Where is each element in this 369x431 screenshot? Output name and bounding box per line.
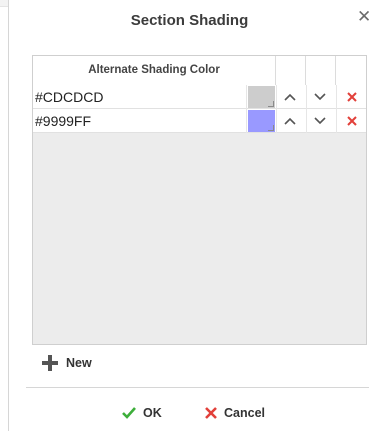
move-up-button[interactable] [276, 109, 303, 133]
grid-header: Alternate Shading Color [33, 56, 366, 86]
new-row-button[interactable]: New [41, 354, 92, 372]
color-value[interactable]: #CDCDCD [33, 85, 247, 109]
color-swatch[interactable] [248, 110, 275, 132]
swatch-corner-icon [268, 125, 274, 131]
chevron-down-icon [314, 93, 326, 101]
footer-divider [26, 387, 369, 388]
cancel-button[interactable]: Cancel [204, 404, 265, 422]
move-down-button[interactable] [306, 109, 333, 133]
plus-icon [42, 355, 58, 371]
column-header-alternate-shading-color: Alternate Shading Color [33, 56, 276, 85]
color-swatch[interactable] [248, 86, 275, 108]
section-shading-dialog: Section Shading ✕ Alternate Shading Colo… [8, 0, 369, 431]
delete-row-button[interactable] [336, 109, 366, 133]
close-icon[interactable]: ✕ [357, 8, 369, 25]
red-x-icon [205, 407, 217, 419]
green-check-icon [122, 407, 136, 419]
cancel-button-label: Cancel [224, 406, 265, 420]
red-x-icon [346, 92, 357, 102]
header-cell-up [276, 56, 306, 85]
chevron-up-icon [284, 117, 296, 125]
ok-button[interactable]: OK [121, 404, 162, 422]
new-button-label: New [66, 356, 92, 370]
ok-button-label: OK [143, 406, 162, 420]
red-x-icon [346, 116, 357, 126]
table-row: #CDCDCD [33, 85, 366, 109]
move-down-button[interactable] [306, 85, 333, 109]
move-up-button[interactable] [276, 85, 303, 109]
header-cell-delete [336, 56, 366, 85]
dialog-title: Section Shading [130, 12, 249, 29]
chevron-down-icon [314, 117, 326, 125]
header-cell-down [306, 56, 336, 85]
table-row: #9999FF [33, 109, 366, 133]
delete-row-button[interactable] [336, 85, 366, 109]
chevron-up-icon [284, 93, 296, 101]
swatch-corner-icon [268, 101, 274, 107]
color-value[interactable]: #9999FF [33, 109, 247, 133]
shading-color-grid: Alternate Shading Color #CDCDCD #9999FF [32, 55, 367, 345]
